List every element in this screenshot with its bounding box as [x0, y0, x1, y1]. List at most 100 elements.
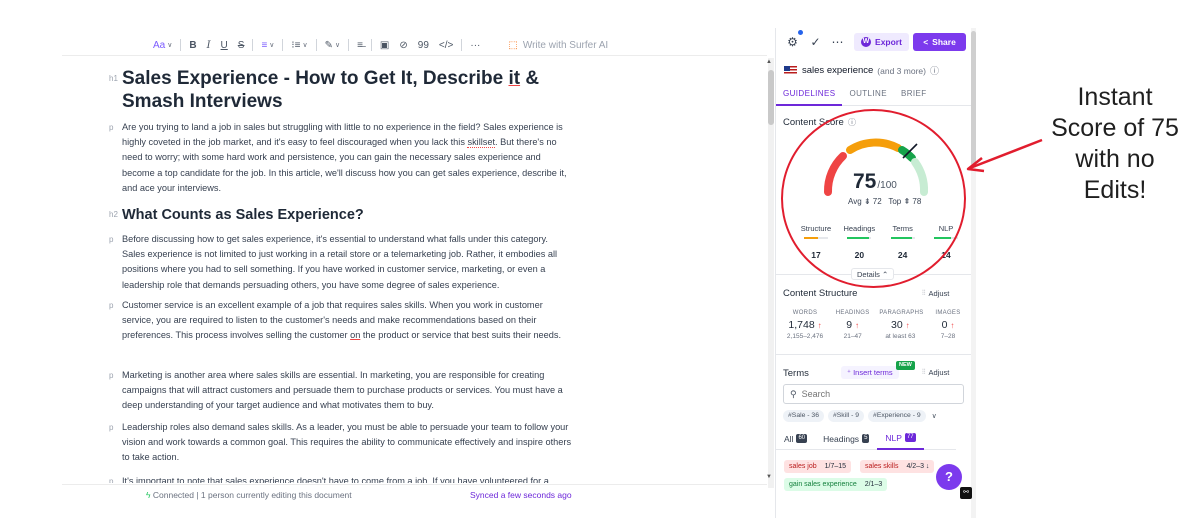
terms-search-field[interactable]: ⚲ — [783, 384, 964, 404]
help-button[interactable]: ? — [936, 464, 962, 490]
lightning-icon: ϟ — [146, 490, 151, 500]
subtab-label: Headings — [823, 433, 860, 444]
heading-2-block[interactable]: h2 What Counts as Sales Experience? — [109, 206, 572, 224]
toolbar-divider — [348, 39, 350, 51]
term-count: 1/7–15 — [824, 463, 847, 470]
topic-chip[interactable]: #Sale - 36 — [783, 410, 824, 422]
paragraph-block[interactable]: p Marketing is another area where sales … — [109, 368, 572, 414]
share-label: Share — [932, 37, 956, 47]
sidebar-scrollbar[interactable] — [971, 28, 976, 518]
tab-outline[interactable]: OUTLINE — [842, 82, 893, 106]
wordpress-icon: W — [861, 37, 872, 47]
paragraph-block[interactable]: p It's important to note that sales expe… — [109, 474, 572, 483]
adjust-structure-button[interactable]: ⫶⫶ Adjust — [922, 289, 949, 298]
editor-scrollbar[interactable] — [768, 58, 774, 488]
annotation-line: Edits! — [1083, 176, 1147, 204]
subtab-label: NLP — [885, 432, 902, 443]
settings-gear-icon[interactable]: ⚙ — [786, 36, 799, 49]
share-icon: < — [923, 37, 929, 47]
document-body[interactable]: h1 Sales Experience - How to Get It, Des… — [62, 58, 767, 483]
paragraph-block[interactable]: p Are you trying to land a job in sales … — [109, 120, 572, 196]
terms-filter-tabs: All 60 Headings 5 NLP 77 — [776, 428, 956, 450]
subtab-nlp[interactable]: NLP 77 — [877, 428, 924, 450]
arrow-up-icon: ↑ — [817, 321, 822, 330]
more-icon[interactable]: ··· — [465, 36, 485, 54]
keyword-selector[interactable]: sales experience (and 3 more) ⓘ — [784, 64, 939, 77]
underline-button[interactable]: U — [216, 36, 233, 54]
export-button[interactable]: W Export — [854, 33, 909, 51]
write-with-ai-button[interactable]: ⬚ Write with Surfer AI — [503, 36, 613, 54]
clear-format-button[interactable]: ≡̶ — [352, 36, 368, 54]
structure-paragraphs: PARAGRAPHS 30 ↑ at least 63 — [879, 310, 923, 340]
paragraph-block[interactable]: p Customer service is an excellent examp… — [109, 298, 572, 344]
extension-icon[interactable]: ⚯ — [960, 487, 972, 499]
list-icon: ⁝≡ — [291, 39, 301, 51]
main-keyword: sales experience — [802, 65, 874, 76]
editor-scrollbar-thumb[interactable] — [768, 70, 774, 125]
topic-chip[interactable]: #Experience - 9 — [868, 410, 926, 422]
chevron-down-icon: ∨ — [302, 42, 308, 49]
topic-chip[interactable]: #Skill - 9 — [827, 410, 865, 422]
toolbar-divider — [252, 39, 254, 51]
insert-terms-button[interactable]: ⁺ Insert terms — [841, 366, 899, 379]
structure-range: 21–47 — [843, 333, 862, 340]
new-badge: NEW — [896, 361, 915, 370]
scroll-down-icon[interactable]: ▼ — [766, 474, 772, 480]
highlight-dropdown[interactable]: ✎ ∨ — [320, 36, 346, 54]
toolbar-divider-line — [62, 55, 767, 56]
paragraph-text: Leadership roles also demand sales skill… — [122, 422, 572, 463]
term-chip[interactable]: sales job 1/7–15 — [784, 460, 852, 473]
structure-label: WORDS — [792, 310, 818, 316]
structure-range: at least 63 — [885, 333, 916, 340]
term-count: 4/2–3 ↓ — [906, 463, 930, 470]
scroll-up-icon[interactable]: ▲ — [766, 59, 772, 65]
check-circle-icon[interactable]: ✓ — [809, 36, 822, 49]
us-flag-icon — [784, 66, 797, 75]
write-with-ai-label: Write with Surfer AI — [522, 39, 609, 51]
block-type-tag: p — [109, 423, 114, 432]
structure-number: 1,748 — [788, 319, 815, 331]
connection-status: ϟ Connected | 1 person currently editing… — [146, 490, 352, 500]
paragraph-span: the product or service that best suits t… — [360, 330, 562, 341]
share-button[interactable]: < Share — [913, 33, 966, 51]
structure-number: 0 — [941, 319, 948, 331]
strikethrough-button[interactable]: S — [233, 36, 250, 54]
tab-brief[interactable]: BRIEF — [894, 82, 934, 106]
paragraph-block[interactable]: p Before discussing how to get sales exp… — [109, 232, 572, 293]
term-count: 2/1–3 — [864, 481, 883, 488]
subtab-label: All — [784, 433, 794, 444]
highlight-circle — [781, 109, 966, 288]
align-dropdown[interactable]: ≡ ∨ — [256, 36, 279, 54]
sidebar-tabs: GUIDELINES OUTLINE BRIEF — [776, 82, 971, 106]
paragraph-text: Marketing is another area where sales sk… — [122, 370, 563, 411]
italic-button[interactable]: I — [202, 36, 216, 54]
adjust-terms-button[interactable]: ⫶⫶ Adjust — [922, 368, 949, 377]
annotation-line: Instant — [1077, 83, 1153, 111]
subtab-count: 77 — [904, 433, 916, 442]
term-chip[interactable]: gain sales experience 2/1–3 — [784, 478, 888, 491]
chevron-down-icon[interactable]: ∨ — [932, 412, 937, 420]
block-type-tag: p — [109, 123, 114, 132]
sliders-icon: ⫶⫶ — [922, 368, 926, 376]
info-icon[interactable]: ⓘ — [930, 64, 939, 77]
term-chip[interactable]: sales skills 4/2–3 ↓ — [860, 460, 935, 473]
structure-label: IMAGES — [935, 310, 961, 316]
image-icon[interactable]: ▣ — [375, 36, 394, 54]
paragraph-block[interactable]: p Leadership roles also demand sales ski… — [109, 420, 572, 466]
structure-words: WORDS 1,748 ↑ 2,155–2,476 — [784, 310, 826, 340]
terms-search-input[interactable] — [801, 389, 952, 399]
toolbar-divider — [370, 39, 372, 51]
quote-icon[interactable]: 99 — [413, 36, 434, 54]
code-icon[interactable]: </> — [434, 36, 458, 54]
formatting-toolbar: Aa ∨ B I U S ≡ ∨ ⁝≡ ∨ ✎ ∨ ≡̶ ▣ ⊘ 99 </> ··· … — [148, 36, 613, 54]
heading-1-block[interactable]: h1 Sales Experience - How to Get It, Des… — [109, 67, 572, 113]
subtab-all[interactable]: All 60 — [776, 428, 815, 450]
bold-button[interactable]: B — [184, 36, 201, 54]
link-icon[interactable]: ⊘ — [394, 36, 412, 54]
tab-guidelines[interactable]: GUIDELINES — [776, 82, 843, 106]
subtab-headings[interactable]: Headings 5 — [815, 428, 877, 450]
more-options-icon[interactable]: ⋯ — [831, 36, 844, 49]
list-dropdown[interactable]: ⁝≡ ∨ — [286, 36, 312, 54]
arrow-up-icon: ↑ — [855, 321, 860, 330]
text-style-dropdown[interactable]: Aa ∨ — [148, 36, 177, 54]
